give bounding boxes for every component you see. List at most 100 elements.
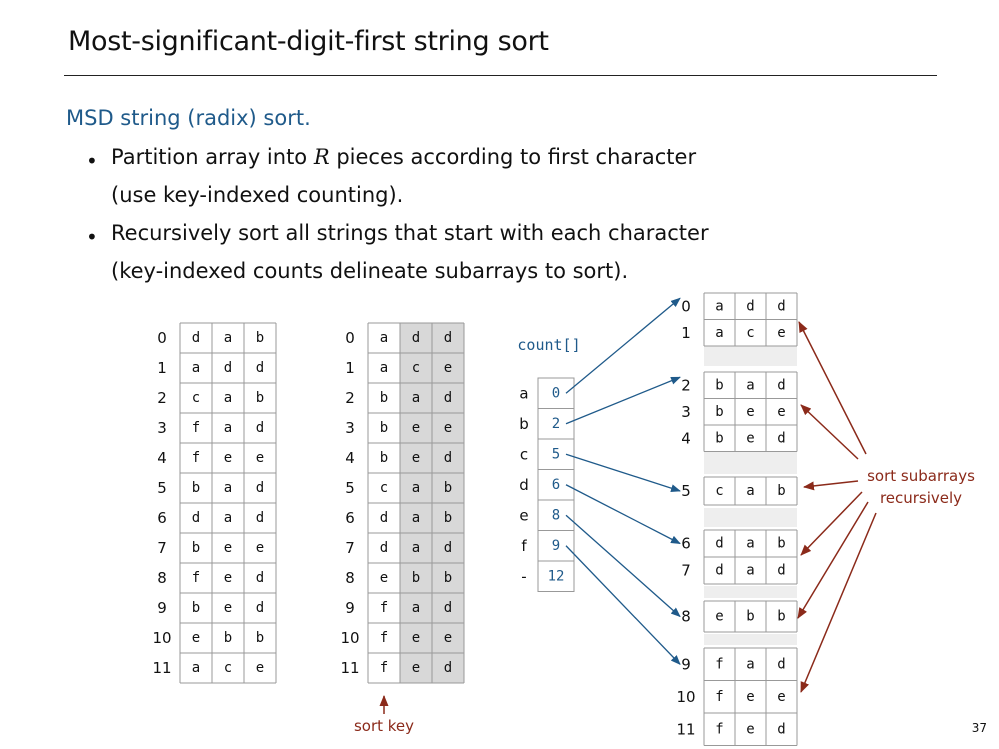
- count-key-label: a: [519, 384, 528, 402]
- original-index-label: 8: [157, 569, 167, 587]
- original-cell: a: [224, 480, 232, 496]
- partitioned-index-label: 0: [345, 329, 355, 347]
- subarray-cell: c: [746, 325, 754, 341]
- subarray-cell: b: [777, 483, 785, 499]
- subarray-gap: [704, 452, 797, 474]
- partitioned-cell: d: [444, 390, 452, 406]
- subarray-index-label: 2: [681, 376, 691, 394]
- subarray-cell: d: [777, 563, 785, 579]
- subarray-index-label: 11: [676, 720, 695, 738]
- count-key-label: d: [519, 476, 529, 494]
- original-cell: d: [256, 420, 264, 436]
- partitioned-cell: f: [380, 630, 388, 646]
- partitioned-cell: a: [412, 480, 420, 496]
- partitioned-cell: b: [380, 450, 388, 466]
- subarray-cell: a: [715, 325, 723, 341]
- partitioned-index-label: 9: [345, 599, 355, 617]
- original-index-label: 4: [157, 449, 167, 467]
- subarray-cell: d: [777, 430, 785, 446]
- partitioned-cell: d: [444, 540, 452, 556]
- partitioned-cell: d: [444, 330, 452, 346]
- original-cell: f: [192, 570, 200, 586]
- partitioned-cell: a: [380, 360, 388, 376]
- original-cell: b: [192, 600, 200, 616]
- subarray-cell: e: [746, 430, 754, 446]
- count-array-label: count[]: [517, 336, 580, 354]
- original-cell: a: [224, 390, 232, 406]
- subarray-cell: e: [777, 325, 785, 341]
- original-cell: e: [224, 570, 232, 586]
- count-pointer-arrow: [565, 453, 681, 493]
- original-cell: b: [224, 630, 232, 646]
- subarray-index-label: 10: [676, 688, 695, 706]
- subarray-index-label: 1: [681, 324, 691, 342]
- partitioned-cell: f: [380, 660, 388, 676]
- original-index-label: 5: [157, 479, 167, 497]
- partitioned-cell: d: [444, 660, 452, 676]
- subarray-index-label: 3: [681, 403, 691, 421]
- subarray-index-label: 8: [681, 608, 691, 626]
- original-cell: d: [224, 360, 232, 376]
- partitioned-cell: a: [412, 510, 420, 526]
- partitioned-cell: e: [412, 630, 420, 646]
- msd-sort-diagram: 0 d a b1 a d d2 c a b3 f a d4 f e e5 b a d6 d a d7 b e e8 f e d9 b e d…: [152, 292, 975, 746]
- partitioned-index-label: 5: [345, 479, 355, 497]
- partitioned-index-label: 10: [340, 629, 359, 647]
- subarray-cell: b: [746, 609, 754, 625]
- subarray-cell: a: [746, 536, 754, 552]
- subarray-cell: a: [746, 483, 754, 499]
- partitioned-index-label: 4: [345, 449, 355, 467]
- partitioned-cell: d: [444, 600, 452, 616]
- subarray-cell: c: [715, 483, 723, 499]
- count-value: 5: [552, 446, 560, 462]
- partitioned-cell: f: [380, 600, 388, 616]
- subarray-cell: f: [715, 689, 723, 705]
- partitioned-cell: b: [444, 510, 452, 526]
- original-cell: e: [256, 540, 264, 556]
- original-cell: e: [256, 660, 264, 676]
- count-value: 6: [552, 477, 560, 493]
- subarray-cell: a: [746, 377, 754, 393]
- partitioned-cell: e: [444, 360, 452, 376]
- subarray-gap: [704, 634, 797, 645]
- original-cell: d: [256, 360, 264, 376]
- subarray-index-label: 0: [681, 297, 691, 315]
- subarray-cell: b: [777, 609, 785, 625]
- subarray-index-label: 9: [681, 655, 691, 673]
- original-index-label: 2: [157, 389, 167, 407]
- original-cell: d: [256, 480, 264, 496]
- partitioned-cell: d: [380, 510, 388, 526]
- partitioned-index-label: 2: [345, 389, 355, 407]
- subarray-cell: e: [746, 689, 754, 705]
- count-pointer-arrow: [565, 484, 681, 545]
- subarray-cell: b: [777, 536, 785, 552]
- subarray-cell: a: [715, 298, 723, 314]
- count-value: 0: [552, 385, 560, 401]
- partitioned-cell: e: [412, 420, 420, 436]
- count-key-label: -: [521, 567, 526, 585]
- subarrays: 0 a d d1 a c e2 b a d3 b e e4 b e d5 c a b6 d a b7 d a d8 e b b9 f a d…: [676, 292, 798, 746]
- subarray-cell: d: [777, 298, 785, 314]
- subarray-cell: f: [715, 656, 723, 672]
- subarray-cell: d: [777, 377, 785, 393]
- partitioned-cell: a: [412, 540, 420, 556]
- original-index-label: 7: [157, 539, 167, 557]
- count-value: 12: [548, 568, 565, 584]
- subarray-cell: d: [746, 298, 754, 314]
- count-key-label: b: [519, 415, 529, 433]
- original-index-label: 1: [157, 359, 167, 377]
- partitioned-cell: d: [444, 450, 452, 466]
- original-cell: c: [224, 660, 232, 676]
- subarray-cell: a: [746, 656, 754, 672]
- page-number: 37: [971, 721, 987, 735]
- original-cell: d: [192, 330, 200, 346]
- recursion-label-line-1: sort subarrays: [867, 467, 975, 485]
- count-pointer-arrow: [565, 297, 681, 394]
- subarray-cell: b: [715, 377, 723, 393]
- partitioned-cell: b: [380, 390, 388, 406]
- partitioned-index-label: 11: [340, 659, 359, 677]
- count-pointer-arrow: [565, 514, 681, 618]
- count-key-label: c: [520, 445, 528, 463]
- partitioned-cell: b: [444, 570, 452, 586]
- subarray-cell: f: [715, 721, 723, 737]
